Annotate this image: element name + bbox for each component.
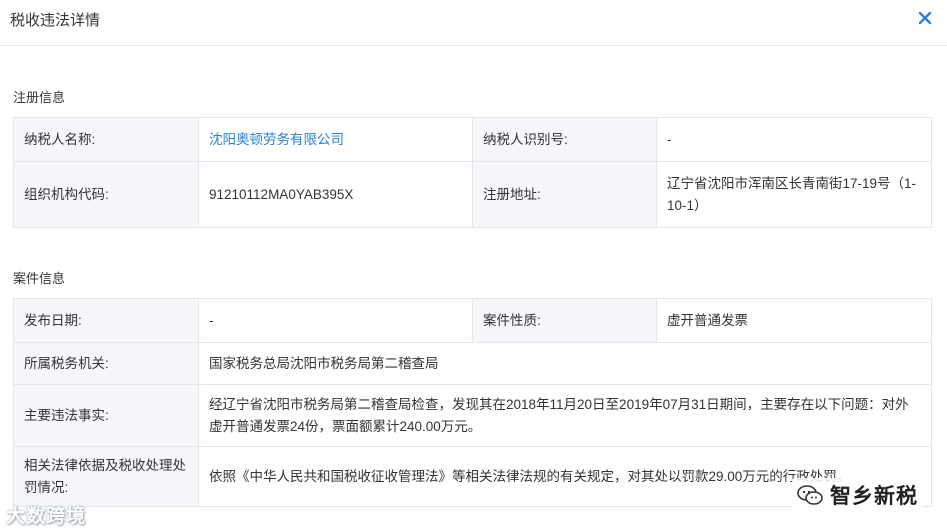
wechat-icon [797, 485, 823, 505]
watermark-right-text: 智乡新税 [830, 485, 918, 508]
table-row: 所属税务机关: 国家税务总局沈阳市税务局第二稽查局 [13, 342, 932, 385]
taxpayer-name-link[interactable]: 沈阳奥顿劳务有限公司 [209, 132, 344, 147]
dialog-header: 税收违法详情 [0, 0, 947, 46]
close-icon[interactable] [915, 8, 935, 28]
org-code-value: 91210112MA0YAB395X [198, 161, 473, 228]
main-facts-label: 主要违法事实: [13, 384, 199, 447]
case-nature-value: 虚开普通发票 [656, 298, 932, 343]
table-row: 主要违法事实: 经辽宁省沈阳市税务局第二稽查局检查，发现其在2018年11月20… [13, 384, 932, 447]
taxpayer-id-label: 纳税人识别号: [472, 117, 657, 162]
watermark-left: 大数跨境 [6, 506, 87, 527]
watermark-right: 智乡新税 [792, 478, 922, 512]
publish-date-label: 发布日期: [13, 298, 199, 343]
taxpayer-id-value: - [656, 117, 932, 162]
table-row: 发布日期: - 案件性质: 虚开普通发票 [13, 298, 932, 343]
table-row: 组织机构代码: 91210112MA0YAB395X 注册地址: 辽宁省沈阳市浑… [13, 161, 932, 228]
publish-date-value: - [198, 298, 473, 343]
address-value: 辽宁省沈阳市浑南区长青南街17-19号（1-10-1） [656, 161, 932, 228]
address-label: 注册地址: [472, 161, 657, 228]
case-nature-label: 案件性质: [472, 298, 657, 343]
tax-authority-label: 所属税务机关: [13, 342, 199, 385]
registration-table: 纳税人名称: 沈阳奥顿劳务有限公司 纳税人识别号: - 组织机构代码: 9121… [13, 117, 932, 228]
main-facts-value: 经辽宁省沈阳市税务局第二稽查局检查，发现其在2018年11月20日至2019年0… [198, 384, 932, 447]
taxpayer-name-label: 纳税人名称: [13, 117, 199, 162]
case-table: 发布日期: - 案件性质: 虚开普通发票 所属税务机关: 国家税务总局沈阳市税务… [13, 298, 932, 507]
registration-section-title: 注册信息 [13, 90, 66, 105]
penalty-label: 相关法律依据及税收处理处罚情况: [13, 446, 199, 507]
tax-authority-value: 国家税务总局沈阳市税务局第二稽查局 [198, 342, 932, 385]
org-code-label: 组织机构代码: [13, 161, 199, 228]
table-row: 纳税人名称: 沈阳奥顿劳务有限公司 纳税人识别号: - [13, 117, 932, 162]
case-section-title: 案件信息 [13, 271, 66, 286]
dialog-title: 税收违法详情 [10, 12, 101, 29]
